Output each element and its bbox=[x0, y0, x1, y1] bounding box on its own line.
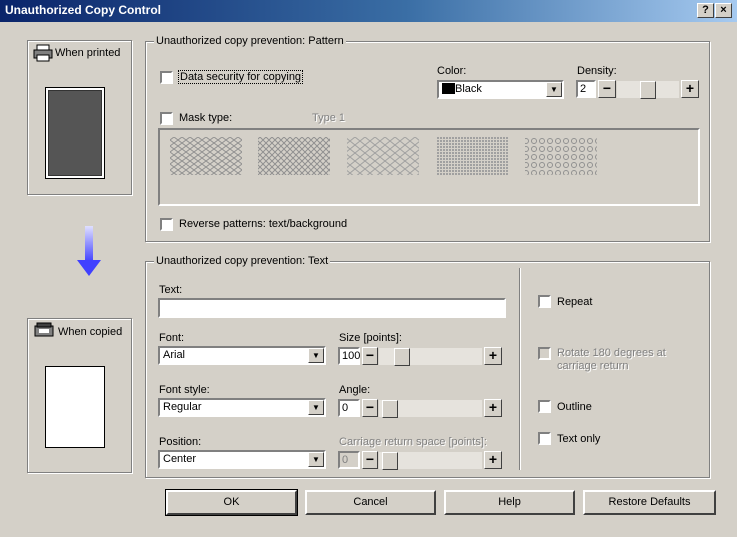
repeat-label: Repeat bbox=[557, 296, 593, 308]
cr-space-plus-button[interactable]: + bbox=[484, 451, 502, 469]
density-slider[interactable] bbox=[617, 80, 679, 99]
printer-icon bbox=[33, 44, 53, 62]
when-copied-label: When copied bbox=[58, 326, 123, 338]
density-label: Density: bbox=[577, 65, 617, 77]
position-dropdown-button[interactable]: ▼ bbox=[308, 452, 324, 467]
cr-space-label: Carriage return space [points]: bbox=[339, 436, 487, 448]
cr-space-slider[interactable] bbox=[379, 451, 482, 470]
cr-space-minus-button[interactable]: − bbox=[362, 451, 378, 469]
color-select[interactable]: Black ▼ bbox=[437, 80, 564, 99]
text-label: Text: bbox=[159, 284, 183, 296]
mask-type-label: Mask type: bbox=[179, 112, 233, 124]
color-label: Color: bbox=[437, 65, 467, 77]
ok-button[interactable]: OK bbox=[165, 489, 298, 516]
size-slider[interactable] bbox=[379, 347, 482, 366]
size-minus-button[interactable]: − bbox=[362, 347, 378, 365]
reverse-patterns-checkbox[interactable] bbox=[160, 218, 173, 231]
density-slider-thumb[interactable] bbox=[640, 81, 656, 99]
angle-value[interactable]: 0 bbox=[338, 399, 360, 417]
cr-space-value[interactable]: 0 bbox=[338, 451, 360, 469]
when-printed-label: When printed bbox=[55, 47, 121, 59]
pattern-fill-preview bbox=[48, 90, 102, 176]
angle-plus-button[interactable]: + bbox=[484, 399, 502, 417]
font-select[interactable]: Arial ▼ bbox=[158, 346, 326, 365]
density-plus-button[interactable]: + bbox=[681, 80, 699, 98]
repeat-checkbox[interactable] bbox=[538, 295, 551, 308]
angle-slider[interactable] bbox=[379, 399, 482, 418]
angle-slider-thumb[interactable] bbox=[382, 400, 398, 418]
font-style-value: Regular bbox=[163, 401, 202, 413]
rotate-180-label: Rotate 180 degrees at carriage return bbox=[557, 347, 666, 372]
close-button[interactable]: × bbox=[715, 3, 732, 18]
window-title: Unauthorized Copy Control bbox=[5, 3, 161, 17]
data-security-label: Data security for copying bbox=[177, 70, 304, 84]
color-dropdown-button[interactable]: ▼ bbox=[546, 82, 562, 97]
mask-pattern-1[interactable] bbox=[170, 137, 242, 175]
angle-minus-button[interactable]: − bbox=[362, 399, 378, 417]
font-style-select[interactable]: Regular ▼ bbox=[158, 398, 326, 417]
text-input[interactable] bbox=[158, 298, 506, 318]
size-label: Size [points]: bbox=[339, 332, 402, 344]
cr-space-slider-thumb[interactable] bbox=[382, 452, 398, 470]
position-value: Center bbox=[163, 453, 197, 465]
help-button[interactable]: Help bbox=[444, 490, 575, 515]
density-value[interactable]: 2 bbox=[576, 80, 596, 98]
font-label: Font: bbox=[159, 332, 185, 344]
outline-label: Outline bbox=[557, 401, 592, 413]
font-value: Arial bbox=[163, 349, 186, 361]
text-group-title: Unauthorized copy prevention: Text bbox=[154, 255, 331, 267]
mask-pattern-4[interactable] bbox=[436, 137, 508, 175]
font-style-label: Font style: bbox=[159, 384, 210, 396]
reverse-patterns-label: Reverse patterns: text/background bbox=[179, 218, 348, 230]
density-minus-button[interactable]: − bbox=[598, 80, 616, 98]
pattern-group-title: Unauthorized copy prevention: Pattern bbox=[154, 35, 346, 47]
text-only-checkbox[interactable] bbox=[538, 432, 551, 445]
size-slider-thumb[interactable] bbox=[394, 348, 410, 366]
mask-pattern-2[interactable] bbox=[258, 137, 330, 175]
mask-type-value: Type 1 bbox=[312, 112, 346, 124]
mask-pattern-5[interactable] bbox=[525, 137, 597, 175]
mask-pattern-3[interactable] bbox=[347, 137, 419, 175]
angle-label: Angle: bbox=[339, 384, 371, 396]
position-label: Position: bbox=[159, 436, 202, 448]
rotate-180-checkbox[interactable] bbox=[538, 347, 551, 360]
mask-type-checkbox[interactable] bbox=[160, 112, 173, 125]
vertical-divider bbox=[519, 268, 521, 470]
copier-icon bbox=[34, 322, 54, 337]
help-title-button[interactable]: ? bbox=[697, 3, 714, 18]
position-select[interactable]: Center ▼ bbox=[158, 450, 326, 469]
mask-pattern-thumbnails bbox=[170, 137, 597, 175]
color-swatch bbox=[442, 83, 455, 94]
arrow-down-icon bbox=[77, 226, 101, 276]
restore-defaults-button[interactable]: Restore Defaults bbox=[583, 490, 716, 515]
color-value: Black bbox=[455, 83, 482, 95]
size-plus-button[interactable]: + bbox=[484, 347, 502, 365]
printed-page-preview bbox=[45, 87, 105, 179]
font-style-dropdown-button[interactable]: ▼ bbox=[308, 400, 324, 415]
outline-checkbox[interactable] bbox=[538, 400, 551, 413]
data-security-checkbox[interactable] bbox=[160, 71, 173, 84]
copied-page-preview bbox=[45, 366, 105, 448]
text-only-label: Text only bbox=[557, 433, 601, 445]
size-value[interactable]: 100 bbox=[338, 347, 360, 365]
font-dropdown-button[interactable]: ▼ bbox=[308, 348, 324, 363]
cancel-button[interactable]: Cancel bbox=[305, 490, 436, 515]
